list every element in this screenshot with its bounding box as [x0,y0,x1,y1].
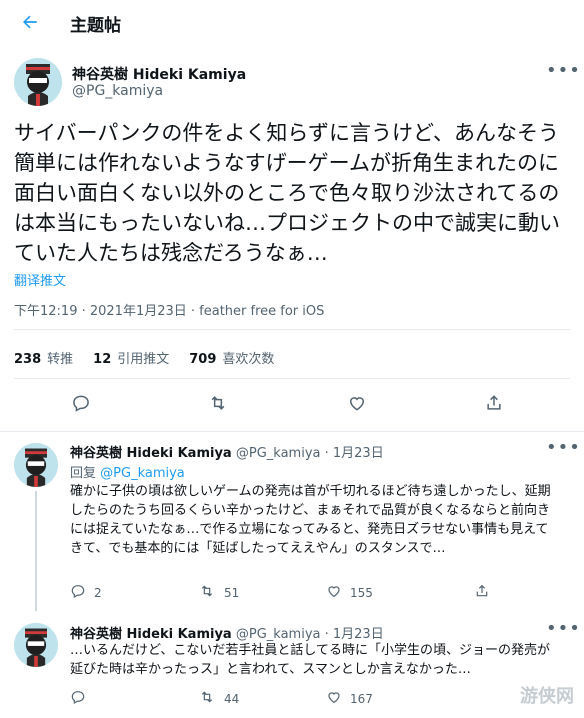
like-icon [326,583,342,602]
tweet-actions [0,389,584,417]
reply-date[interactable]: · 1月23日 [325,627,384,642]
reply-button[interactable]: 2 [70,583,102,602]
author-name[interactable]: 神谷英樹 Hideki Kamiya [70,627,232,642]
reply-button[interactable] [70,689,94,708]
like-icon[interactable] [343,389,371,417]
translate-link[interactable]: 翻译推文 [14,270,66,289]
watermark: 游侠网 [520,686,574,707]
more-icon[interactable]: ••• [546,618,581,639]
reply-tweet[interactable]: 神谷英樹 Hideki Kamiya @PG_kamiya · 1月23日 ••… [0,615,584,718]
avatar[interactable] [14,623,58,667]
author-handle[interactable]: @PG_kamiya [72,83,163,99]
tweet-meta: 下午12:19 · 2021年1月23日 · feather free for … [14,304,325,319]
like-icon [326,689,342,708]
more-icon[interactable]: ••• [546,437,581,458]
reply-header: 神谷英樹 Hideki Kamiya @PG_kamiya · 1月23日 [70,442,384,461]
page-title: 主题帖 [70,16,121,36]
like-count: 155 [350,585,373,600]
tweet-stats: 238 转推 12 引用推文 709 喜欢次数 [14,348,274,367]
author-handle[interactable]: @PG_kamiya [236,446,321,461]
retweet-count: 44 [224,691,240,706]
reply-header: 神谷英樹 Hideki Kamiya @PG_kamiya · 1月23日 [70,623,384,642]
divider [14,378,570,379]
tweet-text: サイバーパンクの件をよく知らずに言うけど、あんなそう簡単には作れないようなすげー… [14,121,560,265]
avatar[interactable] [14,443,58,487]
quote-stat[interactable]: 12 引用推文 [93,348,169,367]
retweet-icon[interactable] [204,389,232,417]
retweet-button[interactable]: 51 [198,583,239,602]
author-name[interactable]: 神谷英樹 Hideki Kamiya [72,64,246,84]
reply-tweet[interactable]: 神谷英樹 Hideki Kamiya @PG_kamiya · 1月23日 ••… [0,433,584,615]
main-tweet: 神谷英樹 Hideki Kamiya @PG_kamiya ••• サイバーパン… [0,46,584,432]
back-arrow-icon[interactable] [14,6,46,38]
author-name[interactable]: 神谷英樹 Hideki Kamiya [70,446,232,461]
like-button[interactable]: 167 [326,689,373,708]
reply-icon [70,689,86,708]
like-button[interactable]: 155 [326,583,373,602]
top-bar: 主题帖 [0,0,584,46]
reply-icon[interactable] [67,389,95,417]
reply-count: 2 [94,585,102,600]
reply-actions: 2 51 155 [70,583,550,603]
reply-text: 確かに子供の頃は欲しいゲームの発売は首が千切れるほど待ち遠しかったし、延期したら… [70,484,551,556]
reply-to-handle[interactable]: @PG_kamiya [100,466,185,481]
like-count: 167 [350,691,373,706]
retweet-stat[interactable]: 238 转推 [14,348,73,367]
retweet-count: 51 [224,585,240,600]
reply-date[interactable]: · 1月23日 [325,446,384,461]
reply-icon [70,583,86,602]
avatar[interactable] [14,58,62,106]
retweet-button[interactable]: 44 [198,689,239,708]
reply-text: …いるんだけど、こないだ若手社員と話してる時に「小学生の頃、ジョーの発売が延びた… [70,643,550,677]
share-icon[interactable] [474,583,490,599]
share-icon[interactable] [480,389,508,417]
retweet-icon [198,583,216,602]
like-stat[interactable]: 709 喜欢次数 [189,348,274,367]
retweet-icon [198,689,216,708]
author-handle[interactable]: @PG_kamiya [236,627,321,642]
reply-actions: 44 167 [70,689,550,709]
divider [14,329,570,330]
reply-to: 回复 @PG_kamiya [70,466,185,481]
more-icon[interactable]: ••• [546,60,581,81]
thread-line [35,491,37,611]
